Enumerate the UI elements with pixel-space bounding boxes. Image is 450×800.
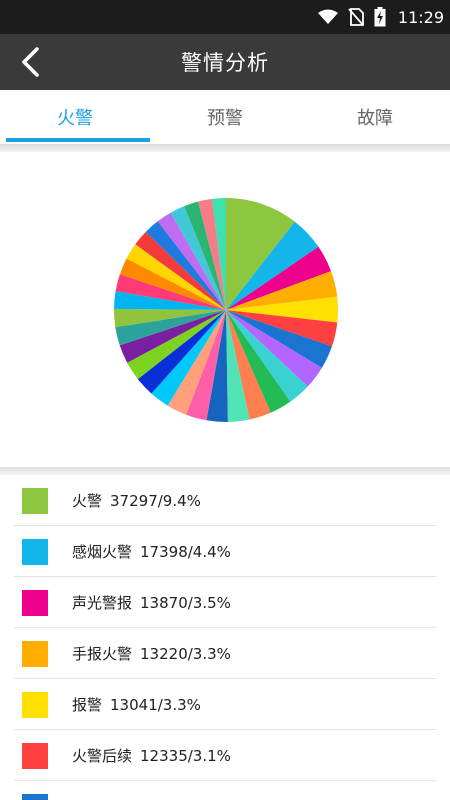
legend-swatch <box>22 640 48 667</box>
tab-fault[interactable]: 故障 <box>300 90 450 144</box>
tab-fire-alarm[interactable]: 火警 <box>0 90 150 144</box>
legend-swatch <box>22 793 48 800</box>
legend-item[interactable]: 报警 13041/3.3% <box>0 679 450 730</box>
chevron-left-icon <box>22 47 39 77</box>
legend-label: 报警 13041/3.3% <box>72 696 201 714</box>
legend-label: 手报火警 13220/3.3% <box>72 645 231 663</box>
status-time: 11:29 <box>397 7 444 27</box>
legend-swatch <box>22 589 48 616</box>
app-bar: 警情分析 <box>0 34 450 90</box>
legend-item[interactable] <box>0 781 450 800</box>
legend-swatch <box>22 538 48 565</box>
legend-label: 声光警报 13870/3.5% <box>72 594 231 612</box>
section-divider <box>0 467 450 475</box>
tab-bar: 火警 预警 故障 <box>0 90 450 144</box>
tab-divider <box>0 144 450 152</box>
pie-chart <box>114 198 338 423</box>
legend-swatch <box>22 742 48 769</box>
legend-swatch <box>22 691 48 718</box>
back-button[interactable] <box>12 44 48 80</box>
battery-charging-icon <box>374 7 386 27</box>
legend-item[interactable]: 声光警报 13870/3.5% <box>0 577 450 628</box>
legend-label: 火警 37297/9.4% <box>72 492 201 510</box>
legend-item[interactable]: 火警后续 12335/3.1% <box>0 730 450 781</box>
legend-label: 感烟火警 17398/4.4% <box>72 543 231 561</box>
no-sim-icon <box>348 8 364 26</box>
legend-item[interactable]: 手报火警 13220/3.3% <box>0 628 450 679</box>
tab-pre-alarm[interactable]: 预警 <box>150 90 300 144</box>
legend-label: 火警后续 12335/3.1% <box>72 747 231 765</box>
legend-item[interactable]: 感烟火警 17398/4.4% <box>0 526 450 577</box>
legend-list: 火警 37297/9.4% 感烟火警 17398/4.4% 声光警报 13870/3.… <box>0 475 450 800</box>
legend-swatch <box>22 487 48 514</box>
status-bar: 11:29 <box>0 0 450 34</box>
pie-chart-area <box>0 152 450 467</box>
legend-item[interactable]: 火警 37297/9.4% <box>0 475 450 526</box>
wifi-icon <box>317 9 338 24</box>
page-title: 警情分析 <box>181 51 269 75</box>
